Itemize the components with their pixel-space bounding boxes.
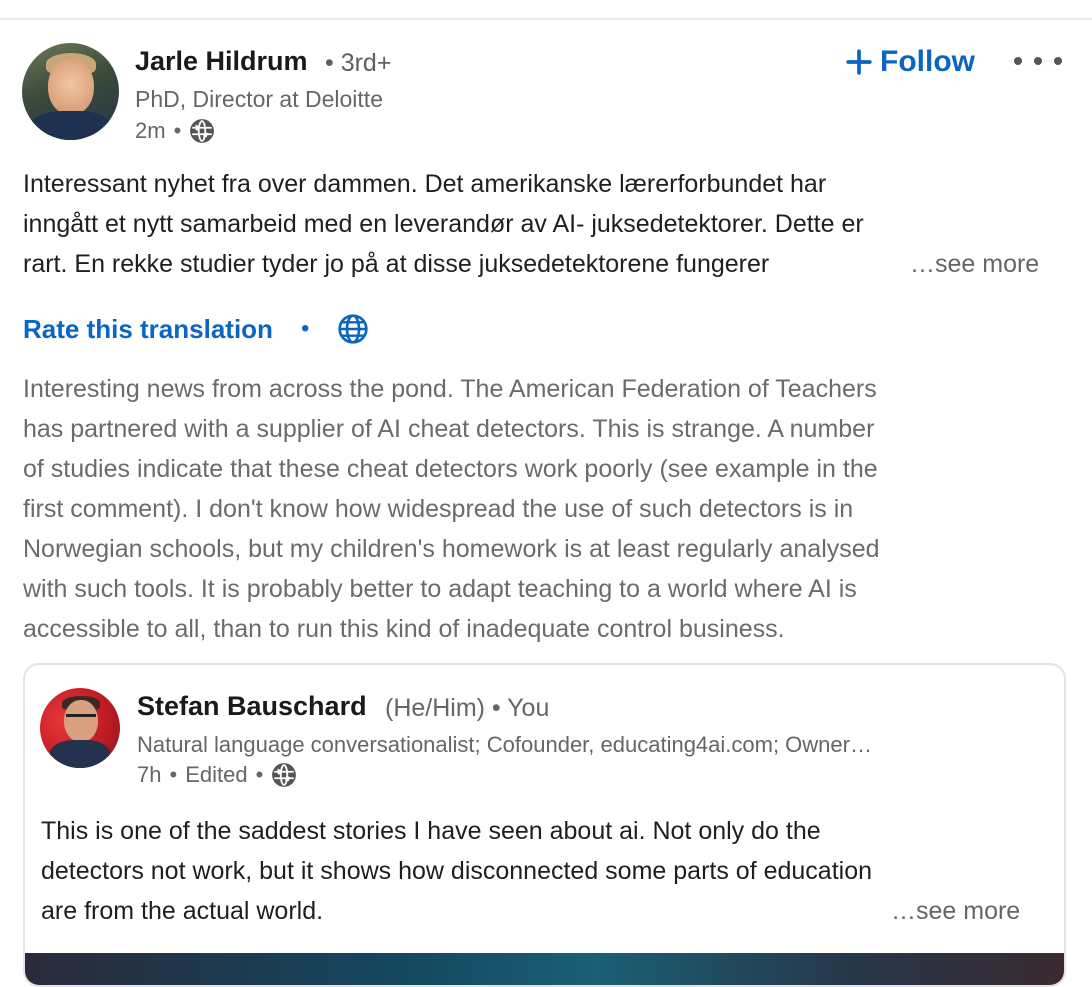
post-text-line: rart. En rekke studier tyder jo på at di… (23, 250, 770, 278)
dot-icon (1034, 57, 1042, 65)
see-more-button[interactable]: …see more (904, 244, 1040, 284)
rate-translation-link[interactable]: Rate this translation (23, 314, 273, 345)
avatar-shirt (30, 111, 112, 140)
globe-icon (190, 119, 215, 143)
translated-line: accessible to all, than to run this kind… (23, 615, 785, 643)
reshared-post-card[interactable]: Stefan Bauschard (He/Him) • You Natural … (23, 663, 1066, 987)
plus-icon (846, 49, 872, 75)
translated-line: with such tools. It is probably better t… (23, 575, 857, 603)
author-headline: PhD, Director at Deloitte (135, 86, 383, 112)
avatar-glasses (66, 714, 96, 723)
edited-label: Edited (185, 762, 248, 787)
post-meta: 2m • (135, 118, 215, 144)
reshared-post-time: 7h (137, 762, 162, 787)
post-text-line: Interessant nyhet fra over dammen. Det a… (23, 170, 827, 198)
more-options-button[interactable] (1014, 46, 1062, 76)
reshared-post-meta: 7h • Edited • (137, 762, 297, 788)
top-divider (0, 18, 1092, 20)
post-text-line: inngått et nytt samarbeid med en leveran… (23, 210, 864, 238)
translated-line: Norwegian schools, but my children's hom… (23, 535, 880, 563)
post-time: 2m (135, 118, 166, 143)
avatar-face (48, 59, 94, 115)
reshared-author-pronouns: (He/Him) • You (385, 694, 550, 722)
dot-icon (1054, 57, 1062, 65)
follow-label: Follow (880, 45, 975, 78)
translation-row: Rate this translation • (23, 309, 369, 349)
connection-degree: • 3rd+ (325, 49, 392, 77)
avatar-shirt (50, 740, 110, 768)
globe-icon[interactable] (337, 313, 369, 345)
author-name[interactable]: Jarle Hildrum (135, 46, 308, 77)
meta-dot: • (173, 118, 182, 143)
translated-line: Interesting news from across the pond. T… (23, 375, 877, 403)
meta-dot: • (255, 762, 264, 787)
separator-dot: • (300, 315, 310, 342)
reshared-text-line: This is one of the saddest stories I hav… (41, 817, 821, 845)
media-preview[interactable] (25, 953, 1064, 985)
translated-line: first comment). I don't know how widespr… (23, 495, 854, 523)
reshared-author-avatar[interactable] (40, 688, 120, 768)
author-avatar[interactable] (22, 43, 119, 140)
see-more-button[interactable]: …see more (891, 891, 1020, 931)
reshared-author-headline: Natural language conversationalist; Cofo… (137, 732, 872, 757)
globe-icon (272, 763, 297, 787)
meta-dot: • (169, 762, 178, 787)
follow-button[interactable]: Follow (846, 40, 975, 84)
post-text: Interessant nyhet fra over dammen. Det a… (23, 164, 1053, 284)
reshared-author-name[interactable]: Stefan Bauschard (137, 691, 367, 722)
dot-icon (1014, 57, 1022, 65)
translated-line: of studies indicate that these cheat det… (23, 455, 878, 483)
translated-text: Interesting news from across the pond. T… (23, 369, 1063, 649)
reshared-text-line: detectors not work, but it shows how dis… (41, 857, 873, 885)
translated-line: has partnered with a supplier of AI chea… (23, 415, 875, 443)
